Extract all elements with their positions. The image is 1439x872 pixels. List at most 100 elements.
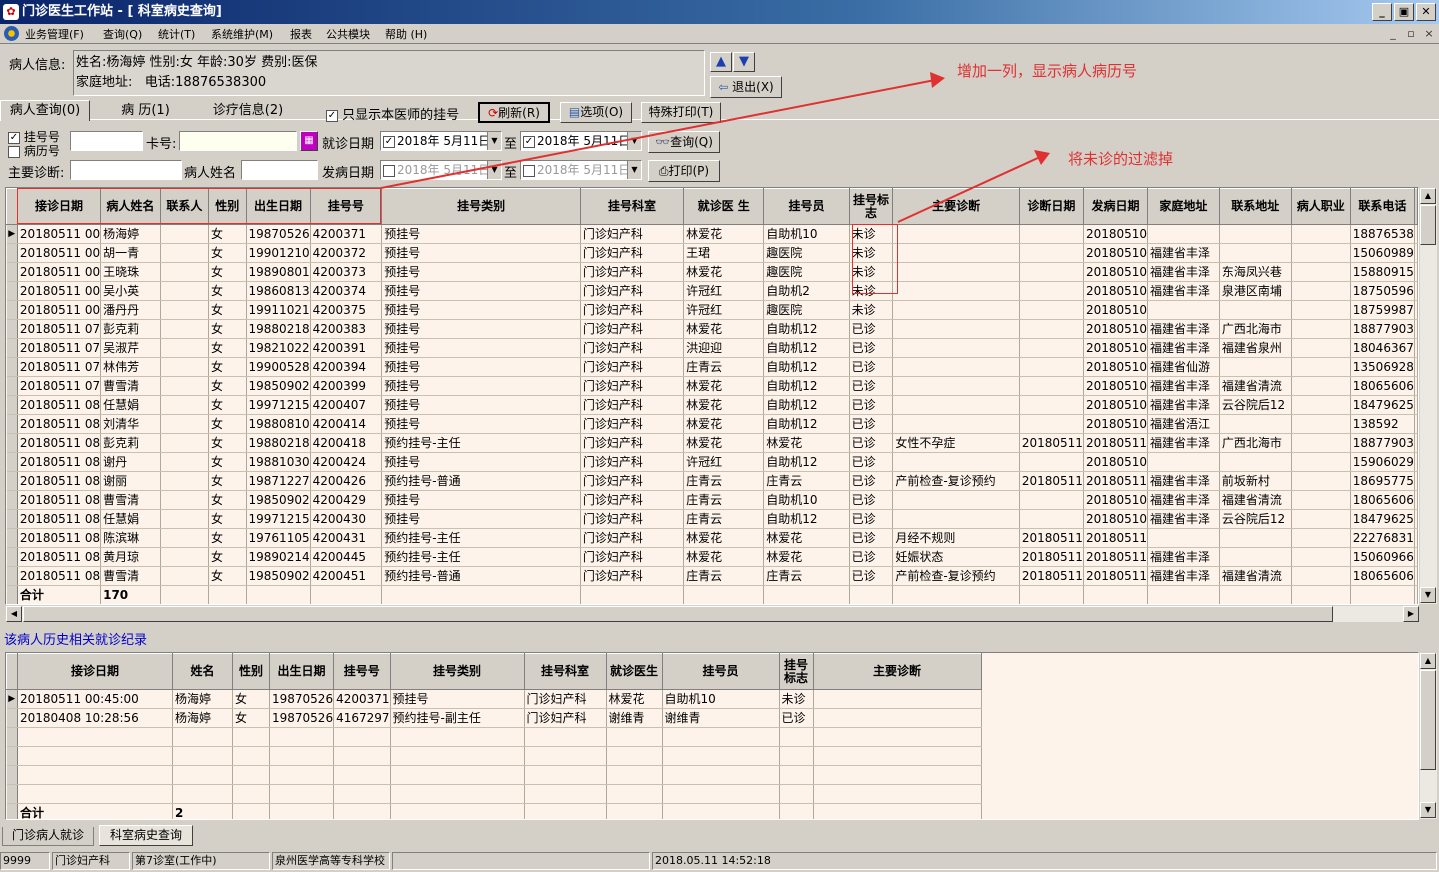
table-cell (172, 784, 233, 804)
table-cell (524, 803, 607, 819)
table-cell (17, 784, 173, 804)
table-cell (779, 727, 814, 747)
status-bar: 9999 门诊妇产科 第7诊室(工作中) 泉州医学高等专科学校 2018.05.… (0, 850, 1439, 872)
table-cell: 谢维青 (606, 708, 663, 728)
table-cell (813, 708, 982, 728)
history-vertical-scrollbar[interactable]: ▲ ▼ (1419, 653, 1437, 819)
row-indicator (6, 784, 18, 804)
history-grid: 接诊日期 姓名 性别 出生日期 挂号号 挂号类别 挂号科室 就诊医生 挂号员 挂号标志 主要诊断 ▶… (5, 652, 1419, 820)
table-cell (17, 746, 173, 766)
annotation-filter-unvisited: 将未诊的过滤掉 (1068, 150, 1174, 168)
empty-row (6, 784, 982, 804)
table-cell: 女 (232, 689, 270, 709)
column-header[interactable]: 出生日期 (268, 653, 335, 690)
table-cell: 未诊 (779, 689, 814, 709)
table-cell (172, 765, 233, 785)
annotation-arrow-line (380, 79, 936, 189)
table-cell (390, 784, 525, 804)
history-table: 接诊日期 姓名 性别 出生日期 挂号号 挂号类别 挂号科室 就诊医生 挂号员 挂号标志 主要诊断 ▶… (6, 653, 982, 819)
status-user-id: 9999 (0, 852, 50, 870)
table-cell (172, 727, 233, 747)
table-cell (269, 727, 335, 747)
table-cell (813, 727, 982, 747)
table-cell: 已诊 (779, 708, 814, 728)
table-cell: 杨海婷 (172, 708, 233, 728)
status-department: 门诊妇产科 (52, 852, 130, 870)
scroll-up-icon[interactable]: ▲ (1420, 653, 1436, 669)
table-cell (662, 746, 780, 766)
table-cell (390, 746, 525, 766)
table-cell (606, 784, 663, 804)
column-header[interactable]: 姓名 (172, 653, 233, 690)
annotation-arrow-line (897, 156, 1041, 223)
column-header[interactable]: 挂号员 (661, 653, 780, 690)
status-hospital: 泉州医学高等专科学校 (272, 852, 390, 870)
column-header[interactable]: 挂号标志 (778, 653, 814, 690)
table-cell (813, 803, 982, 819)
table-cell: 谢维青 (662, 708, 780, 728)
table-cell: 门诊妇产科 (524, 708, 607, 728)
row-indicator (6, 727, 18, 747)
table-cell (232, 803, 270, 819)
column-header[interactable]: 接诊日期 (17, 653, 173, 690)
empty-row (6, 727, 982, 747)
table-cell: 20180511 00:45:00 (17, 689, 173, 709)
table-cell (269, 765, 335, 785)
scroll-thumb[interactable] (1420, 670, 1436, 770)
table-cell: 自助机10 (662, 689, 780, 709)
table-cell (390, 765, 525, 785)
table-cell (813, 765, 982, 785)
total-label: 合计 (17, 803, 173, 819)
table-row[interactable]: 20180408 10:28:56 杨海婷女 19870526 4167297 预约挂号… (6, 708, 982, 728)
status-datetime: 2018.05.11 14:52:18 (652, 852, 1437, 870)
history-title: 该病人历史相关就诊纪录 (4, 633, 148, 648)
annotation-arrowhead-icon (930, 72, 945, 88)
annotation-add-column: 增加一列，显示病人病历号 (957, 62, 1138, 80)
row-indicator (6, 746, 18, 766)
table-cell: 4167297 (333, 708, 391, 728)
table-cell (524, 746, 607, 766)
table-cell (232, 727, 270, 747)
column-header[interactable]: 主要诊断 (812, 653, 982, 690)
column-header[interactable]: 挂号科室 (523, 653, 607, 690)
table-cell (813, 784, 982, 804)
table-cell: 预挂号 (390, 689, 525, 709)
table-cell (779, 803, 814, 819)
column-header[interactable]: 就诊医生 (605, 653, 663, 690)
empty-row (6, 746, 982, 766)
table-cell: 4200371 (333, 689, 391, 709)
table-cell (232, 746, 270, 766)
empty-row (6, 765, 982, 785)
table-cell (524, 765, 607, 785)
table-cell (172, 746, 233, 766)
row-indicator (6, 765, 18, 785)
bottom-tab-outpatient[interactable]: 门诊病人就诊 (2, 827, 94, 846)
table-cell (662, 765, 780, 785)
table-cell (813, 746, 982, 766)
annotation-arrowhead-icon (1034, 150, 1050, 165)
column-header[interactable]: 性别 (232, 653, 270, 690)
column-header[interactable]: 挂号类别 (389, 653, 525, 690)
table-cell: 杨海婷 (172, 689, 233, 709)
table-cell (662, 784, 780, 804)
scroll-down-icon[interactable]: ▼ (1420, 802, 1436, 818)
table-cell (333, 784, 391, 804)
table-cell (524, 784, 607, 804)
table-cell: 20180408 10:28:56 (17, 708, 173, 728)
table-cell (17, 727, 173, 747)
status-room: 第7诊室(工作中) (132, 852, 270, 870)
table-row[interactable]: ▶ 20180511 00:45:00 杨海婷女 19870526 4200371 预挂号… (6, 689, 982, 709)
table-cell (606, 727, 663, 747)
table-cell: 林爱花 (606, 689, 663, 709)
column-header[interactable]: 挂号号 (333, 653, 391, 690)
table-cell (269, 803, 335, 819)
table-cell (779, 784, 814, 804)
current-row-indicator-icon[interactable]: ▶ (6, 689, 18, 709)
table-cell (606, 765, 663, 785)
table-cell (17, 765, 173, 785)
row-indicator[interactable] (6, 708, 18, 728)
table-cell (606, 803, 663, 819)
table-cell: 预约挂号-副主任 (390, 708, 525, 728)
bottom-tab-dept-history[interactable]: 科室病史查询 (99, 825, 193, 846)
table-cell (390, 727, 525, 747)
